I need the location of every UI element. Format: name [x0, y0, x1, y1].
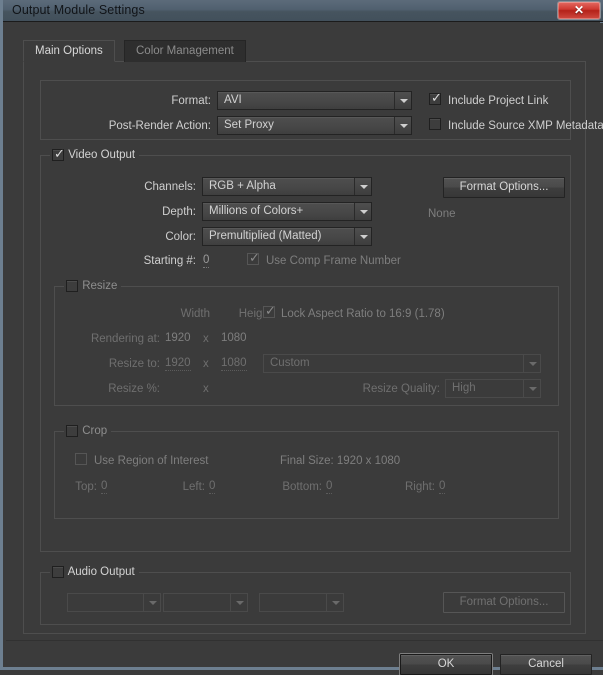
rendering-at-label: Rendering at:: [90, 333, 160, 345]
tab-strip: Main Options Color Management: [23, 40, 586, 62]
audio-rate-dropdown: [67, 593, 161, 612]
include-source-xmp-label: Include Source XMP Metadata: [448, 120, 603, 132]
color-dropdown-value: Premultiplied (Matted): [209, 230, 322, 242]
checkmark-icon: ✓: [431, 91, 442, 106]
dialog-body: Main Options Color Management Format: AV…: [6, 23, 603, 675]
resize-to-x-separator: x: [203, 358, 209, 370]
crop-checkbox[interactable]: [66, 425, 78, 437]
audio-channels-dropdown: [259, 593, 344, 612]
depth-dropdown-value: Millions of Colors+: [209, 205, 304, 217]
crop-legend-text: Crop: [82, 425, 108, 437]
crop-bottom-field[interactable]: 0: [326, 480, 333, 494]
resize-checkbox[interactable]: [66, 280, 78, 292]
crop-bottom-label: Bottom:: [282, 481, 322, 493]
ok-button[interactable]: OK: [400, 654, 492, 675]
starting-number-field[interactable]: 0: [203, 254, 210, 268]
video-format-options-status: None: [428, 208, 456, 220]
checkmark-icon: ✓: [265, 304, 276, 319]
post-render-action-label: Post-Render Action:: [108, 120, 211, 132]
rendering-at-x-separator: x: [203, 333, 209, 345]
crop-right-label: Right:: [404, 481, 435, 493]
post-render-action-value: Set Proxy: [224, 119, 274, 131]
include-project-link-checkbox[interactable]: ✓: [429, 91, 442, 106]
resize-to-height-field[interactable]: 1080: [221, 357, 247, 371]
use-region-of-interest-label: Use Region of Interest: [94, 455, 209, 467]
tab-main-options[interactable]: Main Options: [23, 40, 115, 62]
audio-output-group: Audio Output Format Options...: [40, 566, 571, 625]
resize-legend-text: Resize: [82, 280, 118, 292]
color-dropdown[interactable]: Premultiplied (Matted): [202, 227, 372, 246]
chevron-down-icon: [326, 594, 343, 611]
channels-dropdown-value: RGB + Alpha: [209, 180, 276, 192]
crop-left-field[interactable]: 0: [209, 480, 216, 494]
resize-percent-label: Resize %:: [108, 383, 160, 395]
include-source-xmp-checkbox[interactable]: [429, 118, 441, 130]
format-dropdown-value: AVI: [224, 94, 242, 106]
window-title: Output Module Settings: [12, 3, 145, 17]
audio-output-legend-text: Audio Output: [67, 566, 135, 578]
depth-dropdown[interactable]: Millions of Colors+: [202, 202, 372, 221]
output-module-settings-dialog: Output Module Settings ✕ Main Options Co…: [0, 0, 603, 675]
crop-right-field[interactable]: 0: [439, 480, 446, 494]
include-project-link-label: Include Project Link: [448, 95, 549, 107]
format-group: Format: AVI Post-Render Action: Set Prox…: [40, 80, 603, 140]
chevron-down-icon: [354, 228, 371, 245]
use-comp-frame-number-label: Use Comp Frame Number: [266, 255, 401, 267]
video-output-checkbox[interactable]: ✓: [52, 147, 65, 162]
audio-bit-depth-dropdown: [163, 593, 248, 612]
resize-preset-value: Custom: [270, 357, 310, 369]
use-region-of-interest-checkbox: [75, 453, 87, 465]
title-bar[interactable]: Output Module Settings ✕: [3, 0, 603, 22]
channels-dropdown[interactable]: RGB + Alpha: [202, 177, 372, 196]
resize-quality-dropdown: High: [445, 379, 541, 398]
chevron-down-icon: [230, 594, 247, 611]
chevron-down-icon: [354, 178, 371, 195]
format-label: Format:: [171, 95, 211, 107]
tab-panel-main-options: Format: AVI Post-Render Action: Set Prox…: [23, 61, 603, 634]
crop-top-label: Top:: [75, 481, 97, 493]
chevron-down-icon: [394, 117, 411, 134]
audio-format-options-button: Format Options...: [443, 592, 565, 613]
video-output-legend-text: Video Output: [68, 149, 136, 161]
resize-width-header: Width: [180, 308, 210, 320]
close-icon: ✕: [573, 3, 585, 17]
video-format-options-button[interactable]: Format Options...: [443, 177, 565, 198]
chevron-down-icon: [354, 203, 371, 220]
final-size-label: Final Size: 1920 x 1080: [280, 455, 401, 467]
resize-preset-dropdown: Custom: [263, 354, 541, 373]
checkmark-icon: ✓: [54, 147, 65, 162]
post-render-action-dropdown[interactable]: Set Proxy: [217, 116, 412, 135]
resize-quality-label: Resize Quality:: [362, 383, 440, 395]
video-output-group: Video Output ✓ Channels: RGB + Alpha Dep…: [40, 148, 571, 552]
lock-aspect-ratio-checkbox: ✓: [263, 304, 276, 319]
chevron-down-icon: [143, 594, 160, 611]
footer-divider: [6, 640, 603, 641]
chevron-down-icon: [394, 92, 411, 109]
chevron-down-icon: [523, 380, 540, 397]
format-dropdown[interactable]: AVI: [217, 91, 412, 110]
tab-color-management[interactable]: Color Management: [124, 40, 246, 62]
use-comp-frame-number-checkbox: ✓: [247, 251, 260, 266]
cancel-button[interactable]: Cancel: [500, 654, 592, 675]
resize-to-width-field[interactable]: 1920: [165, 357, 191, 371]
checkmark-icon: ✓: [249, 251, 260, 266]
resize-to-label: Resize to:: [108, 358, 160, 370]
resize-group: Resize Width Height Rendering at: 1920 x…: [54, 280, 559, 406]
rendering-at-height-value: 1080: [221, 332, 247, 344]
crop-left-label: Left:: [182, 481, 205, 493]
resize-quality-value: High: [452, 382, 476, 394]
rendering-at-width-value: 1920: [165, 332, 191, 344]
close-button[interactable]: ✕: [557, 1, 601, 20]
color-label: Color:: [165, 231, 196, 243]
audio-output-checkbox[interactable]: [52, 566, 64, 578]
starting-number-label: Starting #:: [143, 255, 196, 267]
depth-label: Depth:: [162, 206, 196, 218]
crop-top-field[interactable]: 0: [101, 480, 108, 494]
chevron-down-icon: [523, 355, 540, 372]
crop-group: Crop Use Region of Interest Final Size: …: [54, 425, 559, 519]
channels-label: Channels:: [144, 181, 196, 193]
lock-aspect-ratio-label: Lock Aspect Ratio to 16:9 (1.78): [281, 308, 445, 320]
resize-percent-x-separator: x: [203, 383, 209, 395]
